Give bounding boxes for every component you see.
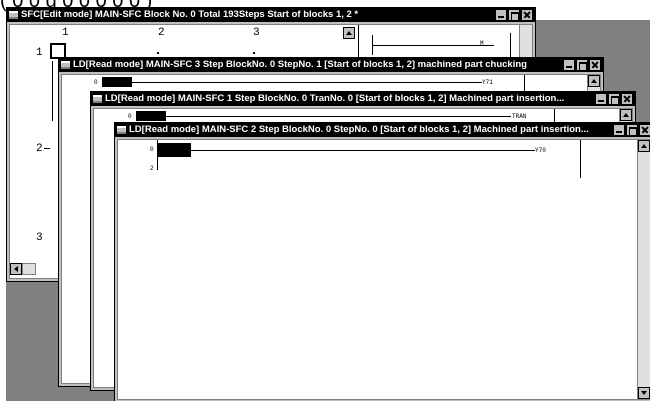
ld-window-step0[interactable]: LD[Read mode] MAIN-SFC 2 Step BlockNo. 0… <box>114 122 650 401</box>
window-menu-icon[interactable] <box>9 11 18 19</box>
column-number: 2 <box>158 27 165 39</box>
column-number: 3 <box>253 27 260 39</box>
window-menu-icon[interactable] <box>93 95 102 103</box>
sfc-transition-mark <box>44 148 50 149</box>
ladder-line-number: 0 <box>128 113 132 120</box>
ld-window-title: LD[Read mode] MAIN-SFC 2 Step BlockNo. 0… <box>129 124 589 135</box>
right-bus-bar <box>580 140 581 178</box>
ladder-line-number: 2 <box>150 165 154 172</box>
coil-label: TRAN <box>512 113 527 120</box>
grid-dot <box>157 52 159 54</box>
scroll-up-button[interactable] <box>638 140 650 152</box>
row-number: 1 <box>36 47 43 59</box>
minimize-button[interactable] <box>595 93 607 105</box>
ladder-rung <box>166 116 511 117</box>
close-button[interactable] <box>639 124 650 136</box>
minimize-button[interactable] <box>613 124 625 136</box>
maximize-button[interactable] <box>626 124 638 136</box>
ld-window-titlebar[interactable]: LD[Read mode] MAIN-SFC 1 Step BlockNo. 0… <box>91 92 635 106</box>
sfc-window-titlebar[interactable]: SFC[Edit mode] MAIN-SFC Block No. 0 Tota… <box>7 8 535 22</box>
ld-window-titlebar[interactable]: LD[Read mode] MAIN-SFC 2 Step BlockNo. 0… <box>115 123 650 137</box>
row-number: 3 <box>36 232 43 244</box>
ld-window-title: LD[Read mode] MAIN-SFC 3 Step BlockNo. 0… <box>73 59 527 70</box>
close-button[interactable] <box>589 59 601 71</box>
ld-window-title: LD[Read mode] MAIN-SFC 1 Step BlockNo. 0… <box>105 93 565 104</box>
ladder-rung <box>132 82 482 83</box>
scroll-left-button[interactable] <box>10 263 22 275</box>
coil-label: Y70 <box>535 147 546 154</box>
window-menu-icon[interactable] <box>61 61 70 69</box>
ladder-cursor[interactable] <box>102 77 132 87</box>
sfc-connection-line <box>52 61 53 121</box>
side-ladder-rung <box>372 45 494 46</box>
scroll-down-button[interactable] <box>638 387 650 399</box>
coil-label: Y71 <box>482 79 493 86</box>
close-button[interactable] <box>621 93 633 105</box>
ld-window-titlebar[interactable]: LD[Read mode] MAIN-SFC 3 Step BlockNo. 0… <box>59 58 603 72</box>
maximize-button[interactable] <box>576 59 588 71</box>
side-coil-label: M <box>480 40 484 47</box>
column-number: 1 <box>62 27 69 39</box>
ladder-line-number: 0 <box>94 79 98 86</box>
minimize-button[interactable] <box>563 59 575 71</box>
maximize-button[interactable] <box>608 93 620 105</box>
ladder-cursor[interactable] <box>158 143 191 157</box>
window-menu-icon[interactable] <box>117 126 126 134</box>
ladder-cursor[interactable] <box>136 111 166 121</box>
ladder-rung <box>191 150 535 151</box>
scroll-up-button[interactable] <box>588 75 600 87</box>
scroll-up-button[interactable] <box>620 109 632 121</box>
grid-dot <box>253 52 255 54</box>
close-button[interactable] <box>521 9 533 21</box>
ladder-line-number: 0 <box>150 146 154 153</box>
row-number: 2 <box>36 143 43 155</box>
side-scroll-up-button[interactable] <box>343 27 355 39</box>
minimize-button[interactable] <box>495 9 507 21</box>
ld-vertical-scrollbar[interactable] <box>637 140 650 399</box>
sfc-window-title: SFC[Edit mode] MAIN-SFC Block No. 0 Tota… <box>21 9 359 20</box>
horizontal-scrollbar[interactable] <box>22 263 36 275</box>
maximize-button[interactable] <box>508 9 520 21</box>
ladder-area[interactable]: 0 2 Y70 <box>117 139 650 400</box>
